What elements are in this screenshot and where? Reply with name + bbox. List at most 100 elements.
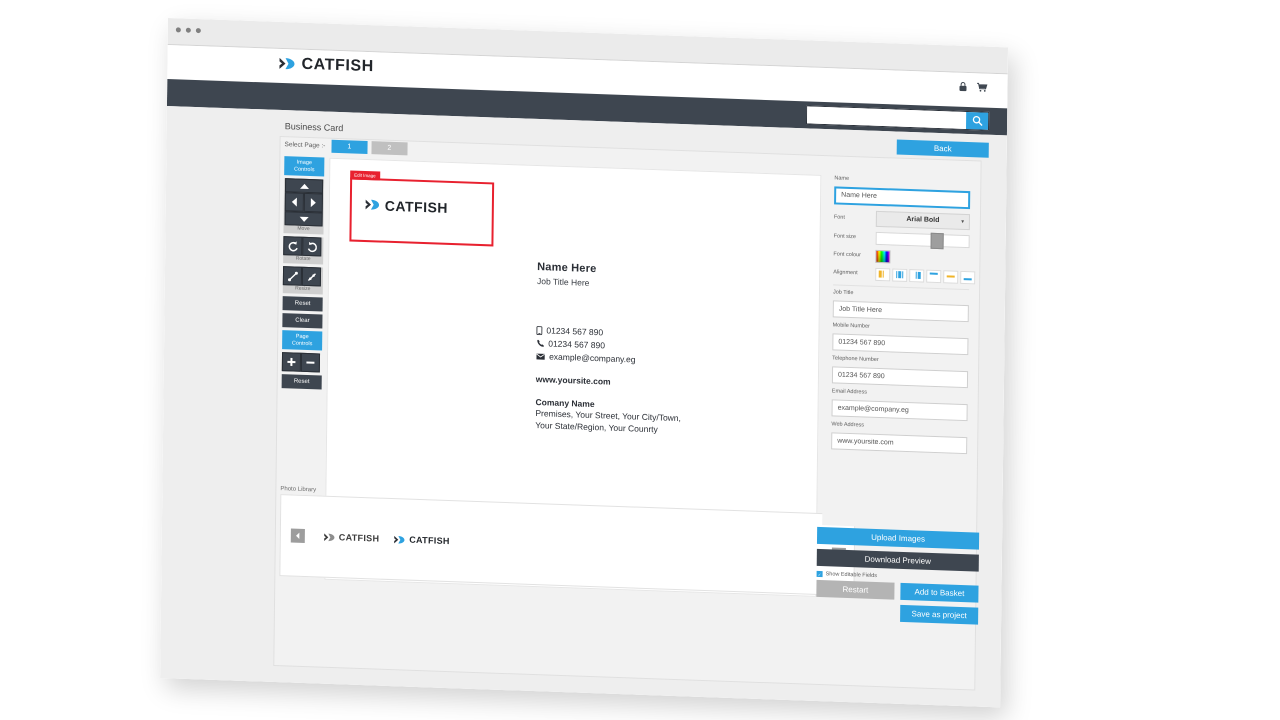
- name-input[interactable]: [834, 185, 971, 209]
- align-middle-icon[interactable]: [943, 269, 959, 284]
- action-row-1: Restart Add to Basket: [816, 579, 979, 603]
- window-controls[interactable]: [175, 27, 201, 34]
- alignment-row: Alignment: [825, 266, 977, 284]
- align-center-icon[interactable]: [892, 267, 908, 282]
- action-buttons: Upload Images Download Preview ✓ Show Ed…: [816, 526, 980, 630]
- job-title-label: Job Title: [832, 288, 854, 296]
- catfish-chevron-icon: [277, 54, 296, 74]
- font-size-row: Font size: [826, 230, 978, 249]
- font-select-value: Arial Bold: [906, 215, 940, 225]
- site-logo-text: CATFISH: [301, 55, 374, 75]
- font-label: Font: [833, 213, 845, 221]
- resize-group: Resize: [282, 266, 324, 295]
- card-name[interactable]: Name Here: [537, 261, 683, 278]
- telephone-number-input[interactable]: [831, 365, 969, 388]
- move-up-button[interactable]: [284, 178, 324, 194]
- search-button[interactable]: [966, 111, 989, 130]
- card-logo-placeholder[interactable]: Edit Image CATFISH: [349, 170, 495, 247]
- font-size-slider-handle[interactable]: [930, 232, 945, 249]
- image-controls-line2: Controls: [293, 165, 315, 173]
- rotate-counterclockwise-icon: [287, 240, 299, 252]
- photo-library-prev-button[interactable]: [290, 528, 305, 544]
- resize-shrink-icon: [305, 270, 317, 282]
- photo-thumb-2[interactable]: CATFISH: [393, 533, 450, 548]
- card-job-title[interactable]: Job Title Here: [537, 276, 683, 291]
- rotate-clockwise-icon: [306, 240, 318, 252]
- font-colour-row: Font colour: [825, 248, 977, 266]
- search-input[interactable]: [807, 106, 967, 129]
- move-down-button[interactable]: [284, 211, 323, 227]
- save-as-project-button[interactable]: Save as project: [900, 604, 979, 625]
- lock-icon[interactable]: [958, 82, 967, 92]
- edit-image-tag[interactable]: Edit Image: [350, 170, 380, 181]
- download-preview-button[interactable]: Download Preview: [816, 548, 979, 572]
- image-tool-column: Image Controls Move Rotate Resize Reset …: [281, 156, 325, 390]
- move-right-button[interactable]: [303, 192, 323, 213]
- telephone-number-field-group: Telephone Number: [824, 355, 976, 388]
- card-text-block: Name Here Job Title Here 01234 567 890 0…: [535, 261, 683, 436]
- page-body: Back Business Card Select Page :- 1 2 Im…: [160, 106, 1007, 708]
- search-bar[interactable]: [805, 105, 990, 131]
- checkbox-checked-icon: ✓: [816, 570, 823, 578]
- image-clear-button[interactable]: Clear: [282, 313, 323, 329]
- minus-icon: [305, 357, 316, 368]
- page-controls-line2: Controls: [291, 339, 313, 347]
- font-select[interactable]: Arial Bold ▾: [875, 210, 970, 230]
- page-button-2[interactable]: 2: [371, 141, 408, 156]
- job-title-input[interactable]: [832, 299, 969, 322]
- plus-icon: [286, 356, 297, 367]
- move-group: Move: [283, 178, 325, 235]
- email-address-label: Email Address: [831, 387, 867, 396]
- add-to-basket-button[interactable]: Add to Basket: [900, 582, 979, 603]
- catfish-chevron-icon: [393, 533, 406, 546]
- image-reset-button[interactable]: Reset: [282, 296, 323, 312]
- email-address-input[interactable]: [831, 398, 968, 421]
- resize-grow-button[interactable]: [282, 266, 303, 286]
- restart-button[interactable]: Restart: [816, 579, 895, 600]
- arrow-down-icon: [298, 215, 309, 222]
- web-address-field-group: Web Address: [823, 421, 975, 454]
- select-page-label: Select Page :-: [284, 141, 326, 150]
- align-top-icon[interactable]: [926, 269, 942, 283]
- align-left-icon[interactable]: [875, 267, 891, 281]
- image-controls-header[interactable]: Image Controls: [284, 156, 325, 177]
- card-contact-block: 01234 567 890 01234 567 890 example@comp…: [536, 324, 682, 368]
- zoom-in-button[interactable]: [281, 352, 302, 372]
- cart-icon[interactable]: [976, 82, 988, 92]
- font-size-slider[interactable]: [875, 231, 970, 249]
- show-editable-fields-label: Show Editable Fields: [825, 571, 878, 580]
- envelope-icon: [536, 353, 545, 360]
- rotate-ccw-button[interactable]: [283, 236, 303, 256]
- rotate-group: Rotate: [283, 236, 324, 265]
- rotate-cw-button[interactable]: [302, 236, 322, 257]
- resize-shrink-button[interactable]: [301, 266, 322, 287]
- card-email-value: example@company.eg: [549, 351, 636, 365]
- page-reset-button[interactable]: Reset: [281, 374, 322, 390]
- align-bottom-icon[interactable]: [960, 270, 976, 284]
- mobile-number-input[interactable]: [832, 332, 969, 355]
- colour-picker-icon[interactable]: [875, 249, 891, 263]
- site-logo[interactable]: CATFISH: [277, 54, 374, 76]
- font-colour-label: Font colour: [833, 251, 861, 259]
- search-icon: [972, 115, 983, 126]
- arrow-right-icon: [310, 197, 317, 208]
- web-address-label: Web Address: [831, 420, 865, 429]
- zoom-out-button[interactable]: [300, 352, 321, 373]
- align-right-icon[interactable]: [909, 268, 925, 283]
- browser-window: CATFISH Back Business Card Select Page:…: [160, 18, 1008, 708]
- move-left-button[interactable]: [284, 192, 304, 212]
- photo-library-thumbs: CATFISH CATFISH: [323, 530, 450, 547]
- back-button[interactable]: Back: [896, 139, 989, 158]
- page-controls-header[interactable]: Page Controls: [282, 330, 323, 351]
- font-size-label: Font size: [833, 233, 857, 241]
- chevron-left-icon: [295, 532, 301, 540]
- photo-thumb-1[interactable]: CATFISH: [323, 530, 380, 545]
- card-website[interactable]: www.yoursite.com: [536, 374, 682, 389]
- page-button-1[interactable]: 1: [331, 139, 368, 155]
- chevron-down-icon: ▾: [961, 218, 964, 225]
- action-row-2: Save as project: [816, 602, 979, 625]
- catfish-chevron-icon: [323, 530, 336, 543]
- web-address-input[interactable]: [831, 431, 968, 454]
- resize-grow-icon: [286, 270, 298, 282]
- name-field-group: Name: [826, 175, 978, 209]
